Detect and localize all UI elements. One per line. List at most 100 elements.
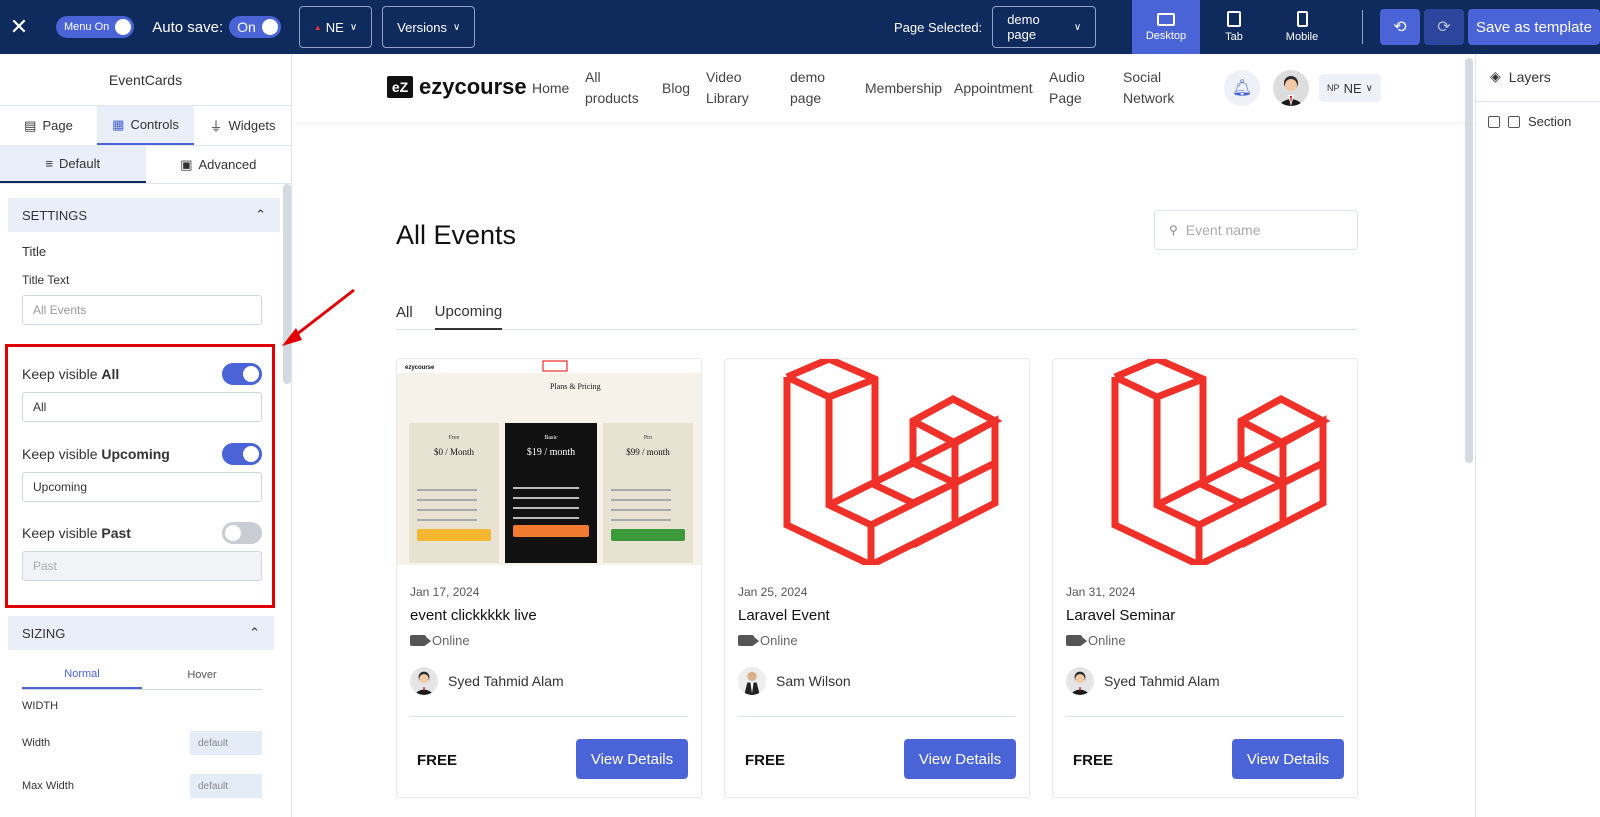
event-card[interactable]: Jan 25, 2024 Laravel Event Online Sam Wi… — [724, 358, 1030, 798]
keep-visible-all-switch[interactable] — [222, 363, 262, 385]
keep-visible-all-label: Keep visible All — [22, 366, 120, 382]
pricing-thumb-heading: Plans & Pricing — [550, 382, 601, 391]
keep-visible-past-switch[interactable] — [222, 522, 262, 544]
layers-panel: ◈ Layers Section — [1475, 54, 1600, 817]
nav-item-blog[interactable]: Blog — [662, 54, 690, 122]
event-author: Sam Wilson — [738, 667, 851, 695]
nav-item-video-library[interactable]: Video Library — [706, 54, 766, 122]
device-tab[interactable]: Tab — [1200, 0, 1268, 54]
sizing-tab-normal[interactable]: Normal — [22, 660, 142, 689]
event-mode-label: Online — [432, 633, 470, 648]
chevron-down-icon: ∨ — [1365, 82, 1373, 94]
keep-visible-past-row: Keep visible Past — [22, 522, 262, 544]
device-mobile[interactable]: Mobile — [1268, 0, 1336, 54]
avatar-image — [1278, 76, 1304, 106]
event-title[interactable]: Laravel Seminar — [1066, 607, 1175, 624]
event-tabs: All Upcoming — [396, 294, 1358, 330]
event-card[interactable]: Jan 31, 2024 Laravel Seminar Online Syed… — [1052, 358, 1358, 798]
tab-label: Widgets — [228, 118, 276, 133]
tab-page[interactable]: ▤ Page — [0, 106, 97, 145]
logo-mark-icon: eZ — [387, 76, 413, 98]
canvas-scrollbar[interactable] — [1465, 58, 1473, 463]
keep-past-input[interactable]: Past — [22, 551, 262, 581]
event-card[interactable]: ezycourse Plans & Pricing Free $0 / Mont… — [396, 358, 702, 798]
plug-icon: ⏚ — [209, 119, 223, 134]
layer-item-section[interactable]: Section — [1488, 114, 1571, 129]
page-select-dropdown[interactable]: demo page ∨ — [992, 6, 1097, 48]
event-price: FREE — [1073, 752, 1114, 769]
menu-toggle[interactable]: Menu On — [56, 16, 135, 38]
keep-visible-upcoming-switch[interactable] — [222, 443, 262, 465]
mobile-icon — [1296, 11, 1308, 27]
site-logo[interactable]: eZ ezycourse — [387, 74, 527, 100]
event-author: Syed Tahmid Alam — [410, 667, 564, 695]
nav-item-demo-page[interactable]: demo page — [790, 54, 834, 122]
device-label: Mobile — [1285, 31, 1319, 43]
page-icon: ▤ — [24, 117, 37, 133]
chevron-up-icon: ⌃ — [249, 625, 260, 640]
language-switcher[interactable]: NP NE ∨ — [1319, 74, 1381, 102]
event-title[interactable]: event clickkkkk live — [410, 607, 537, 624]
versions-dropdown[interactable]: Versions ∨ — [382, 6, 476, 48]
nav-item-appointment[interactable]: Appointment — [954, 54, 1033, 122]
expand-icon[interactable] — [1488, 115, 1500, 128]
width-input[interactable]: default — [190, 731, 262, 755]
nav-item-home[interactable]: Home — [532, 54, 569, 122]
view-details-button[interactable]: View Details — [1232, 739, 1344, 779]
settings-section-header[interactable]: SETTINGS ⌃ — [8, 198, 280, 232]
tab-controls[interactable]: ▦ Controls — [97, 106, 194, 145]
author-name: Syed Tahmid Alam — [1104, 673, 1220, 689]
keep-upcoming-input[interactable]: Upcoming — [22, 472, 262, 502]
subtab-default[interactable]: ≡ Default — [0, 146, 146, 183]
laravel-logo-image — [1053, 359, 1357, 565]
undo-button[interactable]: ⟲ — [1380, 9, 1420, 45]
chevron-down-icon: ∨ — [1073, 21, 1082, 33]
nav-item-social-network[interactable]: Social Network — [1123, 54, 1183, 122]
tab-all[interactable]: All — [396, 294, 413, 330]
search-icon: ⚲ — [1169, 223, 1178, 237]
pricing-plan-name: Basic — [544, 435, 558, 441]
avatar[interactable] — [1273, 70, 1309, 106]
search-placeholder: Event name — [1185, 222, 1261, 238]
nav-item-all-products[interactable]: All products — [585, 54, 645, 122]
subtab-advanced[interactable]: ▣ Advanced — [146, 146, 292, 183]
bell-icon[interactable]: 🔔︎ — [1224, 70, 1260, 106]
event-title[interactable]: Laravel Event — [738, 607, 830, 624]
chevron-down-icon: ∨ — [349, 21, 358, 33]
width-header: WIDTH — [22, 700, 59, 712]
event-mode: Online — [1066, 633, 1126, 648]
toggle-knob — [115, 19, 132, 35]
view-details-button[interactable]: View Details — [904, 739, 1016, 779]
redo-button[interactable]: ⟳ — [1424, 9, 1464, 45]
tab-widgets[interactable]: ⏚ Widgets — [194, 106, 291, 145]
sizing-section-header[interactable]: SIZING ⌃ — [8, 616, 274, 650]
max-width-input[interactable]: default — [190, 774, 262, 798]
sizing-header-label: SIZING — [22, 625, 66, 641]
autosave-toggle[interactable]: On — [229, 16, 281, 38]
save-as-template-button[interactable]: Save as template — [1468, 9, 1600, 45]
sizing-tab-hover[interactable]: Hover — [142, 660, 262, 689]
event-mode-label: Online — [1088, 633, 1126, 648]
site-navbar: eZ ezycourse Home All products Blog Vide… — [292, 54, 1475, 122]
event-search-input[interactable]: ⚲ Event name — [1154, 210, 1358, 250]
tab-upcoming[interactable]: Upcoming — [434, 294, 503, 330]
language-dropdown[interactable]: ▲ NE ∨ — [298, 6, 373, 48]
layers-title[interactable]: ◈ Layers — [1490, 68, 1551, 85]
card-divider — [410, 716, 688, 717]
nav-item-audio-page[interactable]: Audio Page — [1049, 54, 1093, 122]
avatar — [410, 667, 438, 695]
panel-scrollbar[interactable] — [283, 184, 291, 384]
keep-all-input[interactable]: All — [22, 392, 262, 422]
title-text-input[interactable]: All Events — [22, 295, 262, 325]
nav-item-membership[interactable]: Membership — [865, 54, 942, 122]
view-details-button[interactable]: View Details — [576, 739, 688, 779]
title-text-label: Title Text — [22, 273, 70, 287]
device-label: Tab — [1225, 31, 1243, 43]
device-desktop[interactable]: Desktop — [1132, 0, 1200, 54]
events-title: All Events — [396, 220, 517, 250]
card-divider — [738, 716, 1016, 717]
event-mode-label: Online — [760, 633, 798, 648]
subtab-label: Advanced — [198, 157, 257, 172]
close-icon[interactable]: ✕ — [0, 0, 38, 54]
language-label: NE — [325, 19, 344, 35]
